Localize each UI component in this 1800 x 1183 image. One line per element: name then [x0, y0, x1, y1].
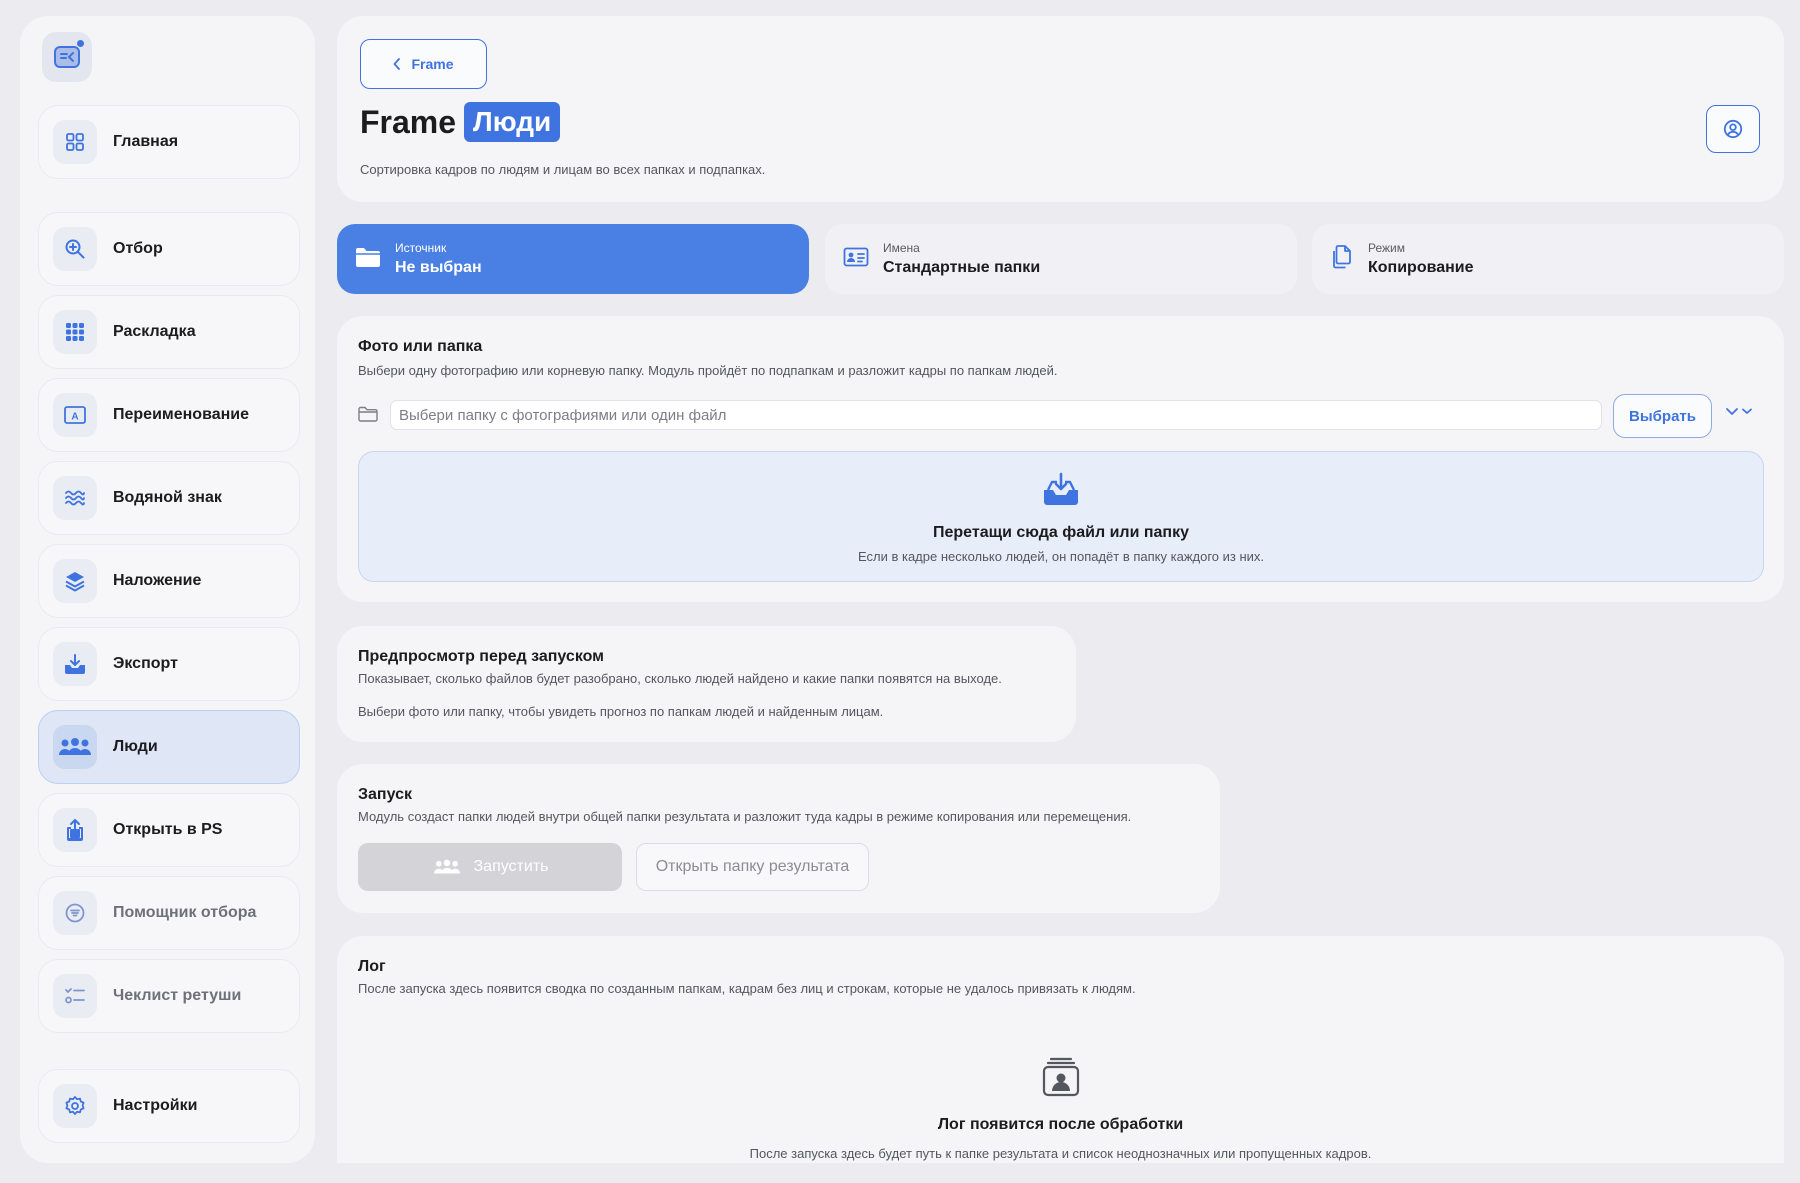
sidebar-item-settings[interactable]: Настройки: [38, 1069, 300, 1143]
copy-document-icon: [1330, 244, 1354, 275]
drop-zone-description: Если в кадре несколько людей, он попадёт…: [857, 549, 1265, 564]
sidebar-item-export[interactable]: Экспорт: [38, 627, 300, 701]
preview-hint: Выбери фото или папку, чтобы увидеть про…: [358, 704, 884, 719]
open-result-folder-button[interactable]: Открыть папку результата: [636, 843, 869, 891]
sidebar-item-label: Настройки: [113, 1097, 198, 1114]
tile-source[interactable]: Источник Не выбран: [337, 224, 809, 294]
tile-value: Не выбран: [395, 259, 482, 276]
sidebar-item-label: Чеклист ретуши: [113, 987, 242, 1004]
sidebar-item-label: Отбор: [113, 240, 163, 257]
sidebar: Главная Отбор Раскладка A Переименование: [20, 16, 315, 1163]
sidebar-item-overlay[interactable]: Наложение: [38, 544, 300, 618]
section-title: Лог: [358, 958, 386, 975]
preview-section: Предпросмотр перед запуском Показывает, …: [337, 626, 1076, 742]
section-title: Предпросмотр перед запуском: [358, 648, 605, 665]
sidebar-item-layout[interactable]: Раскладка: [38, 295, 300, 369]
sidebar-item-label: Раскладка: [113, 323, 196, 340]
app-logo-icon[interactable]: [42, 32, 92, 82]
page-title-main: Frame: [360, 103, 457, 140]
sidebar-item-retouch-checklist[interactable]: Чеклист ретуши: [38, 959, 300, 1033]
sidebar-item-open-in-ps[interactable]: Открыть в PS: [38, 793, 300, 867]
section-description: Модуль создаст папки людей внутри общей …: [358, 809, 1132, 824]
svg-text:A: A: [71, 412, 78, 423]
sidebar-item-label: Наложение: [113, 572, 202, 589]
sidebar-item-watermark[interactable]: Водяной знак: [38, 461, 300, 535]
folder-icon: [358, 406, 378, 427]
sidebar-item-label: Люди: [113, 738, 158, 755]
sidebar-item-rename[interactable]: A Переименование: [38, 378, 300, 452]
grid-icon: [53, 120, 97, 164]
page-title-badge: Люди: [464, 102, 561, 142]
checklist-icon: [53, 974, 97, 1018]
log-empty-title: Лог появится после обработки: [937, 1116, 1184, 1133]
tile-caption: Имена: [883, 241, 920, 255]
run-button-label: Запустить: [473, 858, 549, 875]
launch-section: Запуск Модуль создаст папки людей внутри…: [337, 764, 1220, 913]
section-title: Фото или папка: [358, 338, 483, 355]
sidebar-item-selection-assistant[interactable]: Помощник отбора: [38, 876, 300, 950]
share-upload-icon: [53, 808, 97, 852]
log-section: Лог После запуска здесь появится сводка …: [337, 936, 1784, 1163]
dots-grid-icon: [53, 310, 97, 354]
section-title: Запуск: [358, 786, 412, 803]
page-header: Frame Frame Люди Сортировка кадров по лю…: [337, 16, 1784, 202]
back-button[interactable]: Frame: [360, 39, 487, 89]
folder-icon: [355, 246, 381, 273]
tile-value: Копирование: [1368, 259, 1474, 276]
chevron-left-icon: [394, 58, 401, 70]
layers-icon: [53, 559, 97, 603]
filter-circle-icon: [53, 891, 97, 935]
sidebar-item-label: Водяной знак: [113, 489, 222, 506]
back-button-label: Frame: [411, 56, 454, 72]
page-subtitle: Сортировка кадров по людям и лицам во вс…: [360, 162, 766, 177]
sidebar-item-label: Помощник отбора: [113, 904, 257, 921]
user-circle-icon: [1723, 119, 1743, 139]
section-description: После запуска здесь появится сводка по с…: [358, 981, 1136, 996]
source-section: Фото или папка Выбери одну фотографию ил…: [337, 316, 1784, 602]
tile-caption: Источник: [395, 241, 447, 255]
profile-button[interactable]: [1706, 105, 1760, 153]
sidebar-item-label: Экспорт: [113, 655, 178, 672]
path-input[interactable]: [390, 400, 1602, 430]
people-icon: [433, 859, 460, 874]
sidebar-item-label: Открыть в PS: [113, 821, 223, 838]
tile-names[interactable]: Имена Стандартные папки: [825, 224, 1297, 294]
page-title: Frame Люди: [360, 102, 561, 142]
contact-card-icon: [1041, 1056, 1081, 1103]
options-dropdown[interactable]: [1725, 406, 1753, 416]
run-button[interactable]: Запустить: [358, 843, 622, 891]
tile-value: Стандартные папки: [883, 259, 1041, 276]
sidebar-item-label: Главная: [113, 133, 179, 150]
log-empty-description: После запуска здесь будет путь к папке р…: [749, 1146, 1372, 1161]
id-card-icon: [843, 246, 869, 273]
sidebar-item-people[interactable]: Люди: [38, 710, 300, 784]
waves-icon: [53, 476, 97, 520]
tile-caption: Режим: [1368, 241, 1405, 255]
section-description: Выбери одну фотографию или корневую папк…: [358, 363, 1058, 378]
people-icon: [53, 725, 97, 769]
rename-icon: A: [53, 393, 97, 437]
chevron-down-icon: [1742, 408, 1752, 414]
sidebar-item-home[interactable]: Главная: [38, 105, 300, 179]
notification-dot: [77, 40, 84, 47]
download-tray-icon: [53, 642, 97, 686]
inbox-download-icon: [1042, 472, 1080, 513]
drop-zone[interactable]: Перетащи сюда файл или папку Если в кадр…: [358, 451, 1764, 582]
gear-icon: [53, 1084, 97, 1128]
chevron-down-icon: [1726, 408, 1738, 415]
sidebar-item-label: Переименование: [113, 406, 249, 423]
section-description: Показывает, сколько файлов будет разобра…: [358, 671, 1002, 686]
drop-zone-title: Перетащи сюда файл или папку: [933, 524, 1189, 541]
zoom-in-icon: [53, 227, 97, 271]
tile-mode[interactable]: Режим Копирование: [1312, 224, 1784, 294]
sidebar-item-selection[interactable]: Отбор: [38, 212, 300, 286]
choose-button[interactable]: Выбрать: [1613, 394, 1712, 438]
